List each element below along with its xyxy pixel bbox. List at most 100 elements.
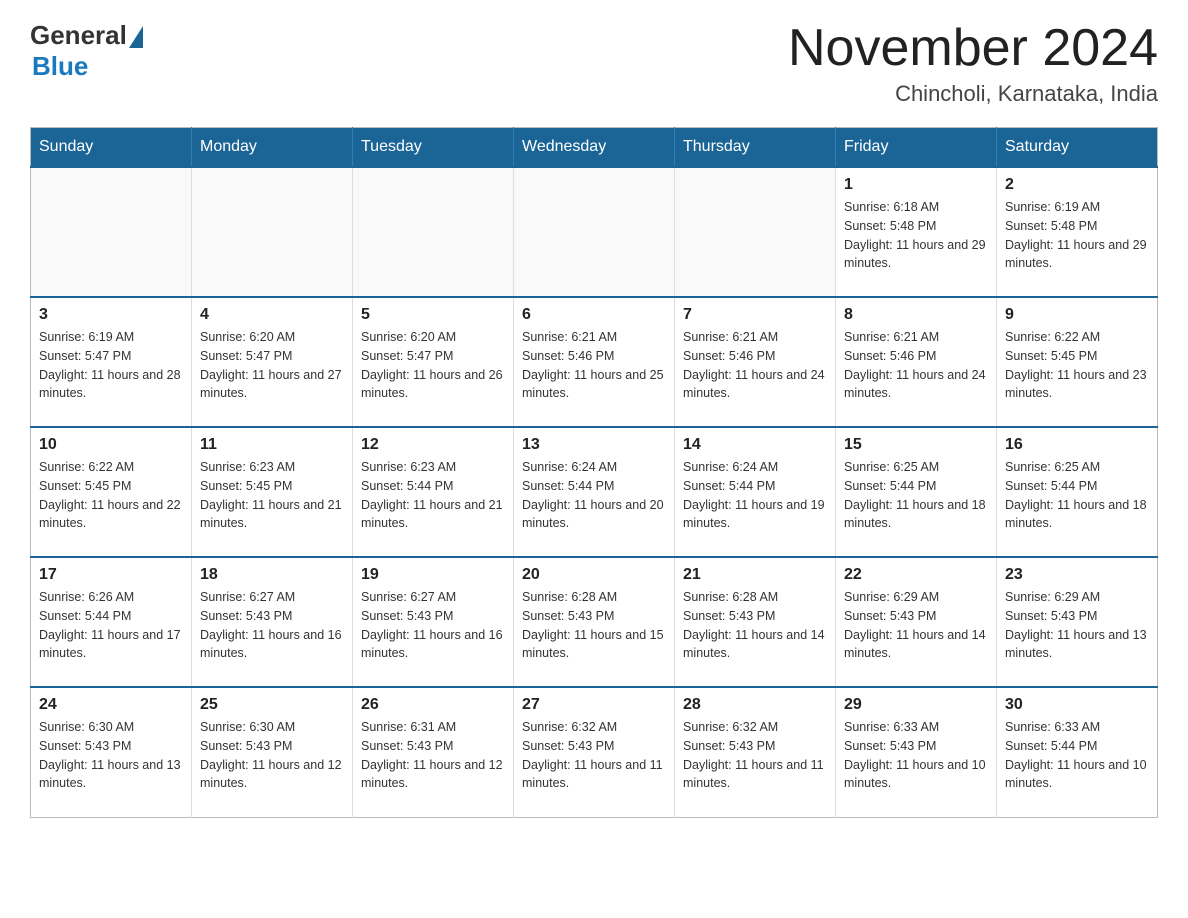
day-number: 1 [844, 176, 988, 194]
logo-triangle-icon [129, 26, 143, 48]
day-number: 9 [1005, 306, 1149, 324]
day-number: 24 [39, 696, 183, 714]
day-info: Sunrise: 6:30 AM Sunset: 5:43 PM Dayligh… [200, 718, 344, 793]
calendar-day: 1 Sunrise: 6:18 AM Sunset: 5:48 PM Daylig… [836, 167, 997, 297]
calendar-week-4: 17Sunrise: 6:26 AM Sunset: 5:44 PM Dayli… [31, 557, 1158, 687]
day-number: 18 [200, 566, 344, 584]
logo-blue-text: Blue [32, 51, 88, 82]
logo-general-text: General [30, 20, 127, 51]
day-number: 12 [361, 436, 505, 454]
calendar-week-5: 24 Sunrise: 6:30 AM Sunset: 5:43 PM Dayli… [31, 687, 1158, 817]
calendar-table: SundayMondayTuesdayWednesdayThursdayFrid… [30, 127, 1158, 818]
day-number: 3 [39, 306, 183, 324]
day-number: 27 [522, 696, 666, 714]
calendar-day: 19Sunrise: 6:27 AM Sunset: 5:43 PM Dayli… [353, 557, 514, 687]
day-info: Sunrise: 6:28 AM Sunset: 5:43 PM Dayligh… [522, 588, 666, 663]
calendar-day: 2 Sunrise: 6:19 AM Sunset: 5:48 PM Daylig… [997, 167, 1158, 297]
day-info: Sunrise: 6:19 AM Sunset: 5:47 PM Dayligh… [39, 328, 183, 403]
calendar-day: 25 Sunrise: 6:30 AM Sunset: 5:43 PM Dayli… [192, 687, 353, 817]
calendar-day: 20 Sunrise: 6:28 AM Sunset: 5:43 PM Dayli… [514, 557, 675, 687]
calendar-day [675, 167, 836, 297]
calendar-day: 8 Sunrise: 6:21 AM Sunset: 5:46 PM Daylig… [836, 297, 997, 427]
day-info: Sunrise: 6:22 AM Sunset: 5:45 PM Dayligh… [1005, 328, 1149, 403]
calendar-day: 11 Sunrise: 6:23 AM Sunset: 5:45 PM Dayli… [192, 427, 353, 557]
calendar-day: 28 Sunrise: 6:32 AM Sunset: 5:43 PM Dayli… [675, 687, 836, 817]
day-number: 25 [200, 696, 344, 714]
day-info: Sunrise: 6:21 AM Sunset: 5:46 PM Dayligh… [683, 328, 827, 403]
calendar-day: 7 Sunrise: 6:21 AM Sunset: 5:46 PM Daylig… [675, 297, 836, 427]
day-number: 16 [1005, 436, 1149, 454]
weekday-header-sunday: Sunday [31, 128, 192, 168]
calendar-body: 1 Sunrise: 6:18 AM Sunset: 5:48 PM Daylig… [31, 167, 1158, 817]
day-number: 8 [844, 306, 988, 324]
day-info: Sunrise: 6:32 AM Sunset: 5:43 PM Dayligh… [683, 718, 827, 793]
day-info: Sunrise: 6:23 AM Sunset: 5:45 PM Dayligh… [200, 458, 344, 533]
weekday-header-row: SundayMondayTuesdayWednesdayThursdayFrid… [31, 128, 1158, 168]
calendar-day: 4 Sunrise: 6:20 AM Sunset: 5:47 PM Daylig… [192, 297, 353, 427]
calendar-day: 22 Sunrise: 6:29 AM Sunset: 5:43 PM Dayli… [836, 557, 997, 687]
day-info: Sunrise: 6:25 AM Sunset: 5:44 PM Dayligh… [1005, 458, 1149, 533]
day-info: Sunrise: 6:24 AM Sunset: 5:44 PM Dayligh… [683, 458, 827, 533]
calendar-day [514, 167, 675, 297]
weekday-header-monday: Monday [192, 128, 353, 168]
calendar-day: 16 Sunrise: 6:25 AM Sunset: 5:44 PM Dayli… [997, 427, 1158, 557]
day-number: 4 [200, 306, 344, 324]
calendar-day [353, 167, 514, 297]
day-number: 15 [844, 436, 988, 454]
calendar-day: 5Sunrise: 6:20 AM Sunset: 5:47 PM Daylig… [353, 297, 514, 427]
day-number: 14 [683, 436, 827, 454]
day-number: 6 [522, 306, 666, 324]
day-number: 30 [1005, 696, 1149, 714]
day-info: Sunrise: 6:21 AM Sunset: 5:46 PM Dayligh… [522, 328, 666, 403]
day-number: 29 [844, 696, 988, 714]
weekday-header-friday: Friday [836, 128, 997, 168]
day-info: Sunrise: 6:31 AM Sunset: 5:43 PM Dayligh… [361, 718, 505, 793]
day-info: Sunrise: 6:26 AM Sunset: 5:44 PM Dayligh… [39, 588, 183, 663]
calendar-day: 12Sunrise: 6:23 AM Sunset: 5:44 PM Dayli… [353, 427, 514, 557]
calendar-day: 3 Sunrise: 6:19 AM Sunset: 5:47 PM Daylig… [31, 297, 192, 427]
calendar-day: 9 Sunrise: 6:22 AM Sunset: 5:45 PM Daylig… [997, 297, 1158, 427]
day-info: Sunrise: 6:27 AM Sunset: 5:43 PM Dayligh… [361, 588, 505, 663]
day-number: 22 [844, 566, 988, 584]
day-info: Sunrise: 6:29 AM Sunset: 5:43 PM Dayligh… [1005, 588, 1149, 663]
calendar-day: 18 Sunrise: 6:27 AM Sunset: 5:43 PM Dayli… [192, 557, 353, 687]
day-info: Sunrise: 6:21 AM Sunset: 5:46 PM Dayligh… [844, 328, 988, 403]
weekday-header-wednesday: Wednesday [514, 128, 675, 168]
title-block: November 2024 Chincholi, Karnataka, Indi… [788, 20, 1158, 107]
day-number: 11 [200, 436, 344, 454]
calendar-day: 14 Sunrise: 6:24 AM Sunset: 5:44 PM Dayli… [675, 427, 836, 557]
calendar-day: 6 Sunrise: 6:21 AM Sunset: 5:46 PM Daylig… [514, 297, 675, 427]
day-info: Sunrise: 6:33 AM Sunset: 5:43 PM Dayligh… [844, 718, 988, 793]
day-number: 10 [39, 436, 183, 454]
calendar-day: 29 Sunrise: 6:33 AM Sunset: 5:43 PM Dayli… [836, 687, 997, 817]
calendar-day: 21 Sunrise: 6:28 AM Sunset: 5:43 PM Dayli… [675, 557, 836, 687]
day-info: Sunrise: 6:28 AM Sunset: 5:43 PM Dayligh… [683, 588, 827, 663]
logo: General Blue [30, 20, 143, 82]
day-info: Sunrise: 6:25 AM Sunset: 5:44 PM Dayligh… [844, 458, 988, 533]
calendar-week-2: 3 Sunrise: 6:19 AM Sunset: 5:47 PM Daylig… [31, 297, 1158, 427]
day-number: 5 [361, 306, 505, 324]
calendar-week-1: 1 Sunrise: 6:18 AM Sunset: 5:48 PM Daylig… [31, 167, 1158, 297]
day-info: Sunrise: 6:20 AM Sunset: 5:47 PM Dayligh… [200, 328, 344, 403]
month-title: November 2024 [788, 20, 1158, 77]
day-number: 7 [683, 306, 827, 324]
day-info: Sunrise: 6:32 AM Sunset: 5:43 PM Dayligh… [522, 718, 666, 793]
day-info: Sunrise: 6:29 AM Sunset: 5:43 PM Dayligh… [844, 588, 988, 663]
day-info: Sunrise: 6:30 AM Sunset: 5:43 PM Dayligh… [39, 718, 183, 793]
day-number: 13 [522, 436, 666, 454]
calendar-day: 13 Sunrise: 6:24 AM Sunset: 5:44 PM Dayli… [514, 427, 675, 557]
day-info: Sunrise: 6:33 AM Sunset: 5:44 PM Dayligh… [1005, 718, 1149, 793]
day-number: 21 [683, 566, 827, 584]
day-number: 28 [683, 696, 827, 714]
calendar-day: 30 Sunrise: 6:33 AM Sunset: 5:44 PM Dayli… [997, 687, 1158, 817]
day-info: Sunrise: 6:18 AM Sunset: 5:48 PM Dayligh… [844, 198, 988, 273]
day-info: Sunrise: 6:27 AM Sunset: 5:43 PM Dayligh… [200, 588, 344, 663]
day-info: Sunrise: 6:22 AM Sunset: 5:45 PM Dayligh… [39, 458, 183, 533]
day-number: 2 [1005, 176, 1149, 194]
day-number: 20 [522, 566, 666, 584]
calendar-day: 24 Sunrise: 6:30 AM Sunset: 5:43 PM Dayli… [31, 687, 192, 817]
day-info: Sunrise: 6:24 AM Sunset: 5:44 PM Dayligh… [522, 458, 666, 533]
weekday-header-tuesday: Tuesday [353, 128, 514, 168]
calendar-day: 23Sunrise: 6:29 AM Sunset: 5:43 PM Dayli… [997, 557, 1158, 687]
day-info: Sunrise: 6:19 AM Sunset: 5:48 PM Dayligh… [1005, 198, 1149, 273]
